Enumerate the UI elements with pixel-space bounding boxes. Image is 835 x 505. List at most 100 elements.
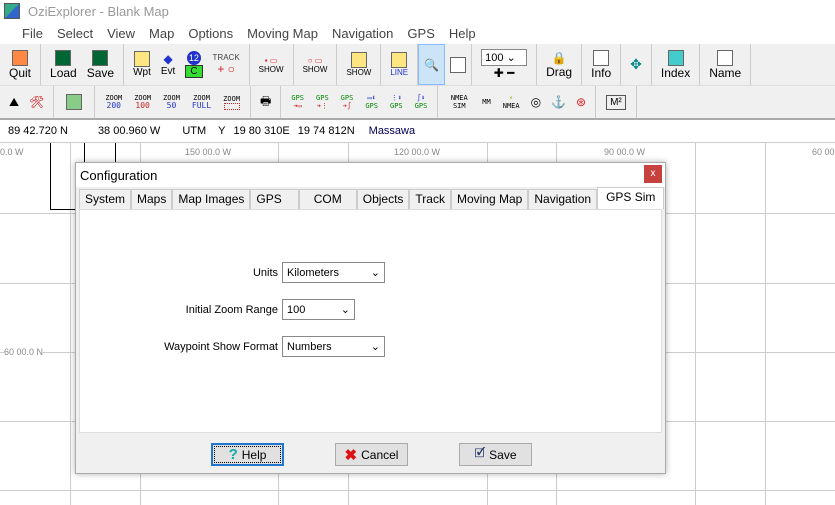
line-button[interactable]: LINE — [385, 44, 413, 85]
load-button[interactable]: Load — [45, 44, 82, 85]
gps-download-route-button[interactable]: ⋮⬇ GPS — [384, 94, 409, 110]
zoom-full-button[interactable]: ZOOM FULL — [186, 94, 217, 110]
waypoint-icon — [391, 52, 408, 68]
lifebuoy-icon[interactable]: ⊛ — [571, 86, 591, 118]
gps-route-button[interactable]: GPS ➔⋮ — [310, 94, 335, 110]
map-label: 60 00 — [812, 147, 835, 157]
gps-download-waypoint-button[interactable]: ▭⬇ GPS — [359, 94, 384, 110]
gps-sim-panel: Units Kilometers ⌄ Initial Zoom Range 100 ⌄ … — [79, 209, 662, 433]
diamond-icon: ◆ — [163, 52, 173, 66]
tab-objects[interactable]: Objects — [356, 189, 410, 209]
zoom-select[interactable]: 100 ⌄ — [481, 49, 528, 66]
name-button[interactable]: Name — [704, 44, 746, 85]
waypoint-icon — [133, 51, 150, 67]
floppy-icon — [55, 49, 72, 66]
menu-moving-map[interactable]: Moving Map — [247, 26, 318, 41]
print-icon[interactable]: 🖶 — [255, 86, 276, 118]
tab-com[interactable]: COM — [298, 189, 357, 209]
grid-zone: Y — [218, 125, 226, 137]
moving-map-button[interactable]: MM — [476, 98, 496, 106]
quit-button[interactable]: Quit — [4, 44, 36, 85]
configuration-dialog: Configuration x System Maps Map Images G… — [75, 162, 666, 474]
globe-icon[interactable]: ◎ — [526, 86, 546, 118]
zoom-area-button[interactable]: ZOOM — [217, 95, 246, 110]
title-bar: OziExplorer - Blank Map — [0, 0, 835, 22]
initial-zoom-range-select[interactable]: 100 ⌄ — [282, 299, 355, 320]
help-button[interactable]: ? Help — [211, 443, 284, 466]
window-title: OziExplorer - Blank Map — [28, 3, 169, 19]
quit-icon — [12, 49, 28, 66]
map-list-icon[interactable] — [66, 94, 83, 110]
tab-map-images[interactable]: Map Images — [172, 189, 251, 209]
save-button[interactable]: 🗹 Save — [459, 443, 532, 466]
gps-download-track-button[interactable]: ∫⬇ GPS — [409, 94, 434, 110]
gps-waypoint-button[interactable]: GPS ➔▭ — [285, 94, 310, 110]
tab-maps[interactable]: Maps — [131, 189, 173, 209]
map-label: 120 00.0 W — [394, 147, 441, 157]
secondary-toolbar: ⛰ 🛠 ZOOM 200 ZOOM 100 ZOOM 50 ZOOM FULL ZOOM … — [0, 86, 835, 120]
event-button[interactable]: ◆ Evt — [156, 44, 180, 85]
menu-file[interactable]: File — [22, 26, 43, 41]
arrows-icon: ✥ — [630, 56, 642, 72]
index-button[interactable]: Index — [656, 44, 695, 85]
tab-gps[interactable]: GPS — [250, 189, 299, 209]
pan-arrows[interactable]: ✥ — [625, 44, 647, 85]
anchor-icon[interactable]: ⚓ — [546, 86, 571, 118]
gps-track-button[interactable]: GPS ➔∫ — [335, 94, 360, 110]
waypoint-button[interactable]: Wpt — [128, 44, 156, 85]
tab-gps-sim[interactable]: GPS Sim — [597, 187, 665, 209]
tools-icon[interactable]: 🛠 — [24, 86, 49, 118]
show-routes-button[interactable]: SHOW — [341, 44, 376, 85]
track-button[interactable]: TRACK + ○ — [208, 44, 245, 85]
easting: 19 80 310E — [233, 125, 290, 137]
tab-bar: System Maps Map Images GPS COM Objects T… — [76, 187, 665, 209]
event-list-icon: ○ ▭ — [307, 55, 323, 65]
zoom-control: 100 ⌄ ✚ ━ — [476, 44, 532, 85]
m2-button[interactable]: M² — [606, 94, 626, 110]
zoom-tool-button[interactable]: 🔍 — [418, 44, 446, 85]
status-bar: 89 42.720 N 38 00.960 W UTM Y 19 80 310E… — [0, 120, 835, 143]
menu-map[interactable]: Map — [149, 26, 174, 41]
tab-moving-map[interactable]: Moving Map — [450, 189, 529, 209]
map-label: 60 00.0 N — [4, 347, 44, 357]
units-select[interactable]: Kilometers ⌄ — [282, 262, 385, 283]
units-label: Units — [252, 266, 278, 279]
info-button[interactable]: Info — [586, 44, 616, 85]
waypoint-list-icon: ▪ ▭ — [264, 55, 278, 65]
tab-system[interactable]: System — [79, 189, 132, 209]
show-events-button[interactable]: ○ ▭ SHOW — [298, 44, 333, 85]
nmea-button[interactable]: ⚡ NMEA — [497, 94, 526, 110]
zoom-50-button[interactable]: ZOOM 50 — [157, 94, 186, 110]
waypoint-show-format-label: Waypoint Show Format — [164, 340, 278, 353]
map-grid-icon[interactable]: ⛰ — [4, 86, 24, 118]
latitude: 89 42.720 N — [8, 125, 68, 137]
main-toolbar: Quit Load Save Wpt ◆ Evt 12 C TRACK + ○ ▪ ▭… — [0, 44, 835, 86]
app-icon — [4, 3, 20, 19]
x-icon: ✖ — [344, 446, 358, 464]
tab-navigation[interactable]: Navigation — [528, 189, 598, 209]
plus-icon: + ○ — [217, 62, 235, 76]
menu-view[interactable]: View — [107, 26, 135, 41]
close-button[interactable]: x — [644, 165, 662, 183]
window-button[interactable] — [445, 44, 471, 85]
menu-help[interactable]: Help — [449, 26, 476, 41]
show-waypoints-button[interactable]: ▪ ▭ SHOW — [254, 44, 289, 85]
save-toolbar-button[interactable]: Save — [82, 44, 119, 85]
grid-type: UTM — [182, 125, 207, 137]
tab-track[interactable]: Track — [409, 189, 451, 209]
route-icon — [350, 52, 367, 68]
zoom-in-out-icons[interactable]: ✚ ━ — [494, 66, 515, 80]
cancel-button[interactable]: ✖ Cancel — [335, 443, 408, 466]
menu-select[interactable]: Select — [57, 26, 93, 41]
nmea-sim-button[interactable]: NMEA SIM — [442, 94, 476, 110]
zoom-200-button[interactable]: ZOOM 200 — [99, 94, 128, 110]
menu-gps[interactable]: GPS — [407, 26, 434, 41]
waypoint-show-format-select[interactable]: Numbers ⌄ — [282, 336, 385, 357]
chevron-down-icon: ⌄ — [370, 341, 380, 353]
waypoint-number-button[interactable]: 12 C — [180, 44, 207, 85]
menu-options[interactable]: Options — [188, 26, 233, 41]
drag-button[interactable]: 🔒 Drag — [541, 44, 577, 85]
zoom-100-button[interactable]: ZOOM 100 — [128, 94, 157, 110]
menu-navigation[interactable]: Navigation — [332, 26, 393, 41]
info-icon — [593, 49, 610, 66]
